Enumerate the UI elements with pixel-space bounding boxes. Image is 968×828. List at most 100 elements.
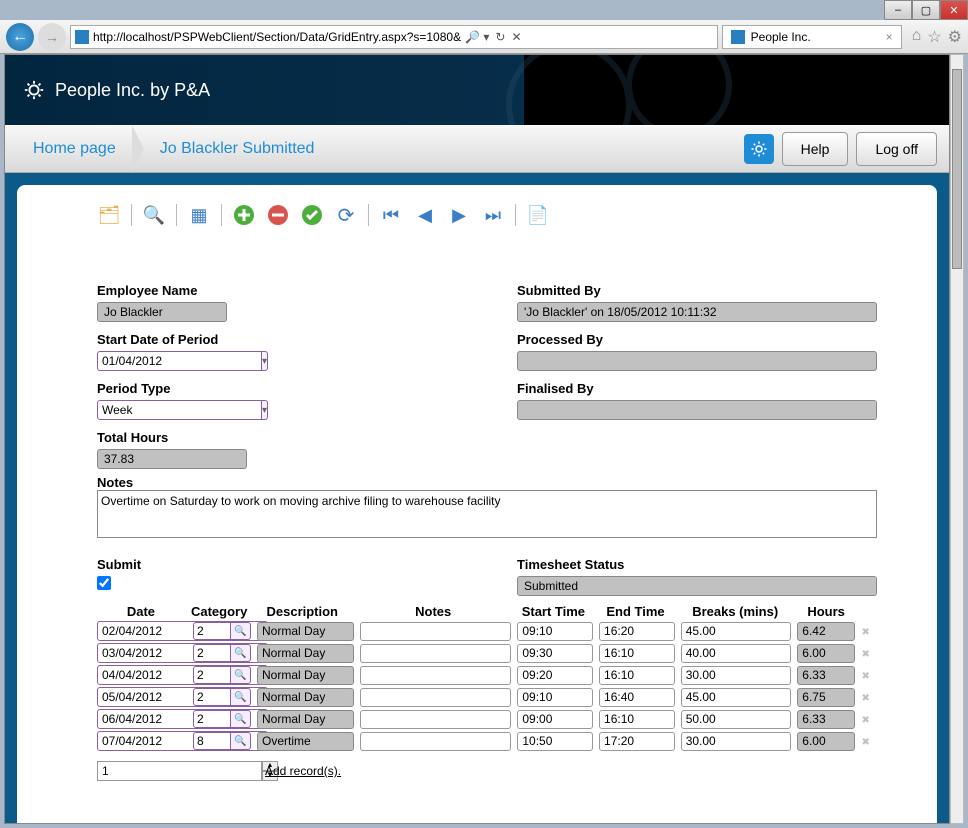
favorites-icon[interactable]: ☆ — [927, 27, 941, 47]
row-start-input[interactable] — [517, 644, 593, 663]
settings-gear-icon[interactable] — [744, 134, 774, 164]
row-breaks-input[interactable] — [681, 732, 792, 751]
vertical-scrollbar[interactable] — [950, 54, 964, 824]
lookup-icon[interactable]: 🔍 — [231, 688, 251, 706]
row-delete-icon[interactable]: ✖ — [861, 715, 869, 726]
row-breaks-input[interactable] — [681, 710, 792, 729]
row-notes-input[interactable] — [360, 688, 511, 707]
refresh-icon[interactable]: ↻ — [495, 30, 505, 44]
stop-icon[interactable]: ✕ — [511, 30, 521, 44]
add-records-link[interactable]: Add record(s). — [265, 764, 341, 778]
export-icon[interactable]: 📄 — [526, 203, 550, 227]
row-category-input[interactable] — [193, 688, 231, 706]
row-date-picker[interactable]: ▾ — [97, 643, 187, 663]
row-breaks-input[interactable] — [681, 644, 792, 663]
row-breaks-input[interactable] — [681, 666, 792, 685]
lookup-icon[interactable]: 🔍 — [231, 644, 251, 662]
help-button[interactable]: Help — [782, 132, 849, 166]
row-category-picker[interactable]: 🔍 — [193, 710, 251, 728]
row-notes-input[interactable] — [360, 644, 511, 663]
record-count-input[interactable] — [97, 761, 262, 781]
home-icon[interactable]: ⌂ — [912, 27, 922, 47]
prev-icon[interactable]: ◀ — [413, 203, 437, 227]
lookup-icon[interactable]: 🔍 — [231, 622, 251, 640]
row-breaks-input[interactable] — [681, 622, 792, 641]
forward-button[interactable]: → — [38, 23, 66, 51]
lookup-icon[interactable]: 🔍 — [231, 710, 251, 728]
row-end-input[interactable] — [599, 710, 675, 729]
row-category-picker[interactable]: 🔍 — [193, 644, 251, 662]
row-start-input[interactable] — [517, 666, 593, 685]
row-start-input[interactable] — [517, 732, 593, 751]
minimize-button[interactable]: – — [884, 0, 912, 20]
row-category-picker[interactable]: 🔍 — [193, 622, 251, 640]
row-end-input[interactable] — [599, 622, 675, 641]
row-notes-input[interactable] — [360, 666, 511, 685]
row-category-picker[interactable]: 🔍 — [193, 688, 251, 706]
row-date-picker[interactable]: ▾ — [97, 687, 187, 707]
tree-icon[interactable]: 🗂 — [97, 203, 121, 227]
row-category-picker[interactable]: 🔍 — [193, 732, 251, 750]
row-category-input[interactable] — [193, 666, 231, 684]
record-count-spinner[interactable]: ▲ ▼ — [97, 761, 247, 781]
first-icon[interactable]: ⏮ — [379, 203, 403, 227]
row-date-picker[interactable]: ▾ — [97, 665, 187, 685]
row-start-input[interactable] — [517, 688, 593, 707]
row-notes-input[interactable] — [360, 710, 511, 729]
logoff-button[interactable]: Log off — [856, 132, 937, 166]
address-bar[interactable]: http://localhost/PSPWebClient/Section/Da… — [70, 25, 718, 49]
dropdown-icon[interactable]: ▾ — [262, 351, 268, 371]
close-button[interactable]: ✕ — [940, 0, 968, 20]
row-end-input[interactable] — [599, 732, 675, 751]
status-label: Timesheet Status — [517, 557, 877, 572]
row-date-picker[interactable]: ▾ — [97, 709, 187, 729]
ok-icon[interactable] — [300, 203, 324, 227]
row-start-input[interactable] — [517, 710, 593, 729]
start-date-picker[interactable]: ▾ — [97, 351, 217, 371]
row-end-input[interactable] — [599, 666, 675, 685]
refresh-icon[interactable]: ⟳ — [334, 203, 358, 227]
notes-textarea[interactable]: Overtime on Saturday to work on moving a… — [97, 490, 877, 538]
lookup-icon[interactable]: 🔍 — [231, 666, 251, 684]
add-icon[interactable] — [232, 203, 256, 227]
divider — [131, 204, 132, 226]
row-end-input[interactable] — [599, 688, 675, 707]
row-notes-input[interactable] — [360, 732, 511, 751]
dropdown-icon[interactable]: ▾ — [262, 400, 268, 420]
row-notes-input[interactable] — [360, 622, 511, 641]
browser-tab[interactable]: People Inc. × — [722, 25, 902, 49]
remove-icon[interactable] — [266, 203, 290, 227]
scrollbar-thumb[interactable] — [952, 69, 962, 269]
row-category-input[interactable] — [193, 644, 231, 662]
row-delete-icon[interactable]: ✖ — [861, 649, 869, 660]
row-date-picker[interactable]: ▾ — [97, 621, 187, 641]
row-category-picker[interactable]: 🔍 — [193, 666, 251, 684]
search-icon[interactable]: 🔍 — [142, 203, 166, 227]
period-type-select[interactable]: ▾ — [97, 400, 217, 420]
row-category-input[interactable] — [193, 732, 231, 750]
last-icon[interactable]: ⏭ — [481, 203, 505, 227]
row-delete-icon[interactable]: ✖ — [861, 737, 869, 748]
lookup-icon[interactable]: 🔍 — [231, 732, 251, 750]
row-delete-icon[interactable]: ✖ — [861, 693, 869, 704]
row-end-input[interactable] — [599, 644, 675, 663]
next-icon[interactable]: ▶ — [447, 203, 471, 227]
maximize-button[interactable]: ▢ — [912, 0, 940, 20]
start-date-input[interactable] — [97, 351, 262, 371]
submit-checkbox[interactable] — [97, 576, 111, 590]
row-delete-icon[interactable]: ✖ — [861, 671, 869, 682]
tab-close-icon[interactable]: × — [886, 30, 893, 44]
back-button[interactable]: ← — [6, 23, 34, 51]
search-dropdown-icon[interactable]: 🔎 ▾ — [465, 30, 489, 44]
tools-icon[interactable]: ⚙ — [948, 27, 962, 47]
period-type-input[interactable] — [97, 400, 262, 420]
row-date-picker[interactable]: ▾ — [97, 731, 187, 751]
grid-icon[interactable]: ▦ — [187, 203, 211, 227]
row-delete-icon[interactable]: ✖ — [861, 627, 869, 638]
row-breaks-input[interactable] — [681, 688, 792, 707]
breadcrumb-home[interactable]: Home page — [17, 140, 132, 158]
row-start-input[interactable] — [517, 622, 593, 641]
breadcrumb-current[interactable]: Jo Blackler Submitted — [144, 140, 331, 158]
row-category-input[interactable] — [193, 710, 231, 728]
row-category-input[interactable] — [193, 622, 231, 640]
